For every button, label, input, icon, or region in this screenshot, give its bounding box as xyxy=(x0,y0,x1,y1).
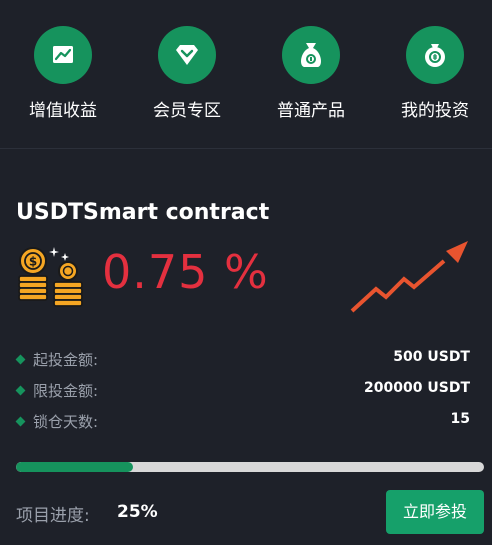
progress-fill xyxy=(16,462,133,472)
progress-bar xyxy=(16,462,484,472)
coin-bag-icon xyxy=(406,26,464,84)
bullet-icon xyxy=(15,385,26,396)
progress-label: 项目进度: xyxy=(16,506,90,526)
detail-lock-days: 锁仓天数: 15 xyxy=(15,411,470,435)
detail-value: 500 USDT xyxy=(393,349,470,365)
top-nav: 增值收益 会员专区 普通产品 我的投资 xyxy=(0,0,492,149)
detail-label: 起投金额: xyxy=(33,351,99,369)
svg-text:$: $ xyxy=(29,255,37,269)
product-title: USDTSmart contract xyxy=(16,200,270,225)
invest-now-button[interactable]: 立即参投 xyxy=(386,490,484,534)
return-rate: 0.75 % xyxy=(102,245,269,299)
bullet-icon xyxy=(15,354,26,365)
trend-up-icon xyxy=(348,239,473,317)
chart-icon xyxy=(34,26,92,84)
detail-max-investment: 限投金额: 200000 USDT xyxy=(15,380,470,404)
nav-item-value-added[interactable]: 增值收益 xyxy=(13,26,113,121)
bullet-icon xyxy=(15,416,26,427)
detail-label: 锁仓天数: xyxy=(33,413,99,431)
nav-label: 普通产品 xyxy=(277,101,345,121)
nav-item-regular-products[interactable]: 普通产品 xyxy=(261,26,361,121)
detail-value: 15 xyxy=(450,411,470,427)
detail-min-investment: 起投金额: 500 USDT xyxy=(15,349,470,373)
money-bag-icon xyxy=(282,26,340,84)
nav-item-member-zone[interactable]: 会员专区 xyxy=(137,26,237,121)
product-card: USDTSmart contract $ 0.75 % 起投金额: 500 US… xyxy=(0,149,492,545)
coins-icon: $ xyxy=(16,244,88,312)
diamond-icon xyxy=(158,26,216,84)
nav-item-my-investments[interactable]: 我的投资 xyxy=(385,26,485,121)
progress-value: 25% xyxy=(117,502,158,522)
nav-label: 我的投资 xyxy=(401,101,469,121)
nav-label: 增值收益 xyxy=(29,101,97,121)
detail-value: 200000 USDT xyxy=(364,380,470,396)
detail-label: 限投金额: xyxy=(33,382,99,400)
nav-label: 会员专区 xyxy=(153,101,221,121)
